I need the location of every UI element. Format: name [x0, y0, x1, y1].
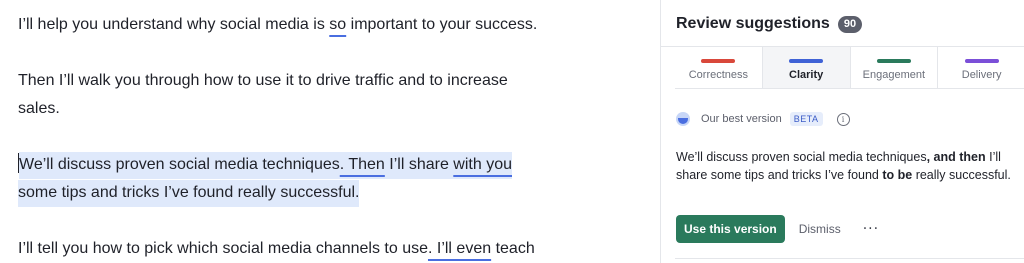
tab-color-bar	[876, 59, 911, 63]
suggestion-card-header: Our best version BETA i	[676, 112, 850, 126]
tab-engagement[interactable]: Engagement	[849, 47, 938, 88]
suggestion-text: We’ll discuss proven social media techni…	[676, 148, 1016, 184]
assistant-logo-icon	[676, 112, 690, 126]
info-icon[interactable]: i	[836, 112, 850, 126]
panel-header: Review suggestions 90	[676, 10, 863, 38]
paragraph[interactable]: I’ll help you understand why social medi…	[18, 11, 537, 39]
dismiss-button[interactable]: Dismiss	[799, 222, 841, 236]
tab-correctness[interactable]: Correctness	[675, 47, 762, 88]
category-tabs: Correctness Clarity Engagement Delivery	[675, 47, 1024, 89]
document-editor[interactable]: I’ll help you understand why social medi…	[0, 0, 640, 263]
suggestion-text-part: We’ll discuss proven social media techni…	[676, 150, 927, 164]
tab-label: Delivery	[961, 69, 1002, 81]
paragraph[interactable]: Then I’ll walk you through how to use it…	[18, 67, 508, 123]
more-options-icon[interactable]: ···	[863, 222, 879, 236]
paragraph-text: I’ll help you understand why social medi…	[18, 16, 330, 33]
panel-title: Review suggestions	[676, 15, 830, 32]
suggestion-count-badge: 90	[837, 15, 863, 33]
paragraph-text: important to your success.	[346, 16, 538, 33]
suggestion-underline[interactable]: . Then	[340, 156, 385, 173]
tab-label: Engagement	[862, 69, 926, 81]
use-this-version-button[interactable]: Use this version	[676, 215, 785, 243]
paragraph-text: I’ll tell you how to pick which social m…	[18, 240, 428, 257]
divider	[675, 258, 1024, 259]
tab-clarity[interactable]: Clarity	[761, 47, 850, 88]
suggestion-underline[interactable]: with you	[453, 156, 512, 173]
best-version-label: Our best version	[701, 113, 782, 125]
suggestion-underline[interactable]: . I’ll even	[428, 240, 491, 257]
paragraph-text: some tips and tricks I’ve found really s…	[18, 180, 360, 207]
paragraph[interactable]: I’ll tell you how to pick which social m…	[18, 235, 535, 263]
tab-color-bar	[964, 59, 999, 63]
paragraph-text: Then I’ll walk you through how to use it…	[18, 72, 508, 89]
beta-badge: BETA	[789, 112, 823, 126]
suggestion-underline[interactable]: so	[329, 16, 346, 33]
review-suggestions-panel: Review suggestions 90 Correctness Clarit…	[660, 0, 1024, 263]
paragraph-text: We’ll discuss proven social media techni…	[19, 156, 340, 173]
paragraph-text: sales.	[18, 100, 60, 117]
suggestion-actions: Use this version Dismiss ···	[676, 215, 879, 243]
suggestion-inserted-text: to be	[882, 168, 913, 182]
highlighted-paragraph[interactable]: We’ll discuss proven social media techni…	[18, 151, 512, 207]
suggestion-text-part: really successful.	[912, 168, 1011, 182]
tab-delivery[interactable]: Delivery	[937, 47, 1024, 88]
tab-color-bar	[789, 59, 824, 63]
tab-label: Clarity	[789, 69, 824, 81]
paragraph-text: I’ll share	[384, 156, 454, 173]
suggestion-inserted-text: , and then	[926, 150, 986, 164]
tab-label: Correctness	[688, 69, 749, 81]
paragraph-text: teach	[491, 240, 535, 257]
tab-color-bar	[701, 59, 736, 63]
